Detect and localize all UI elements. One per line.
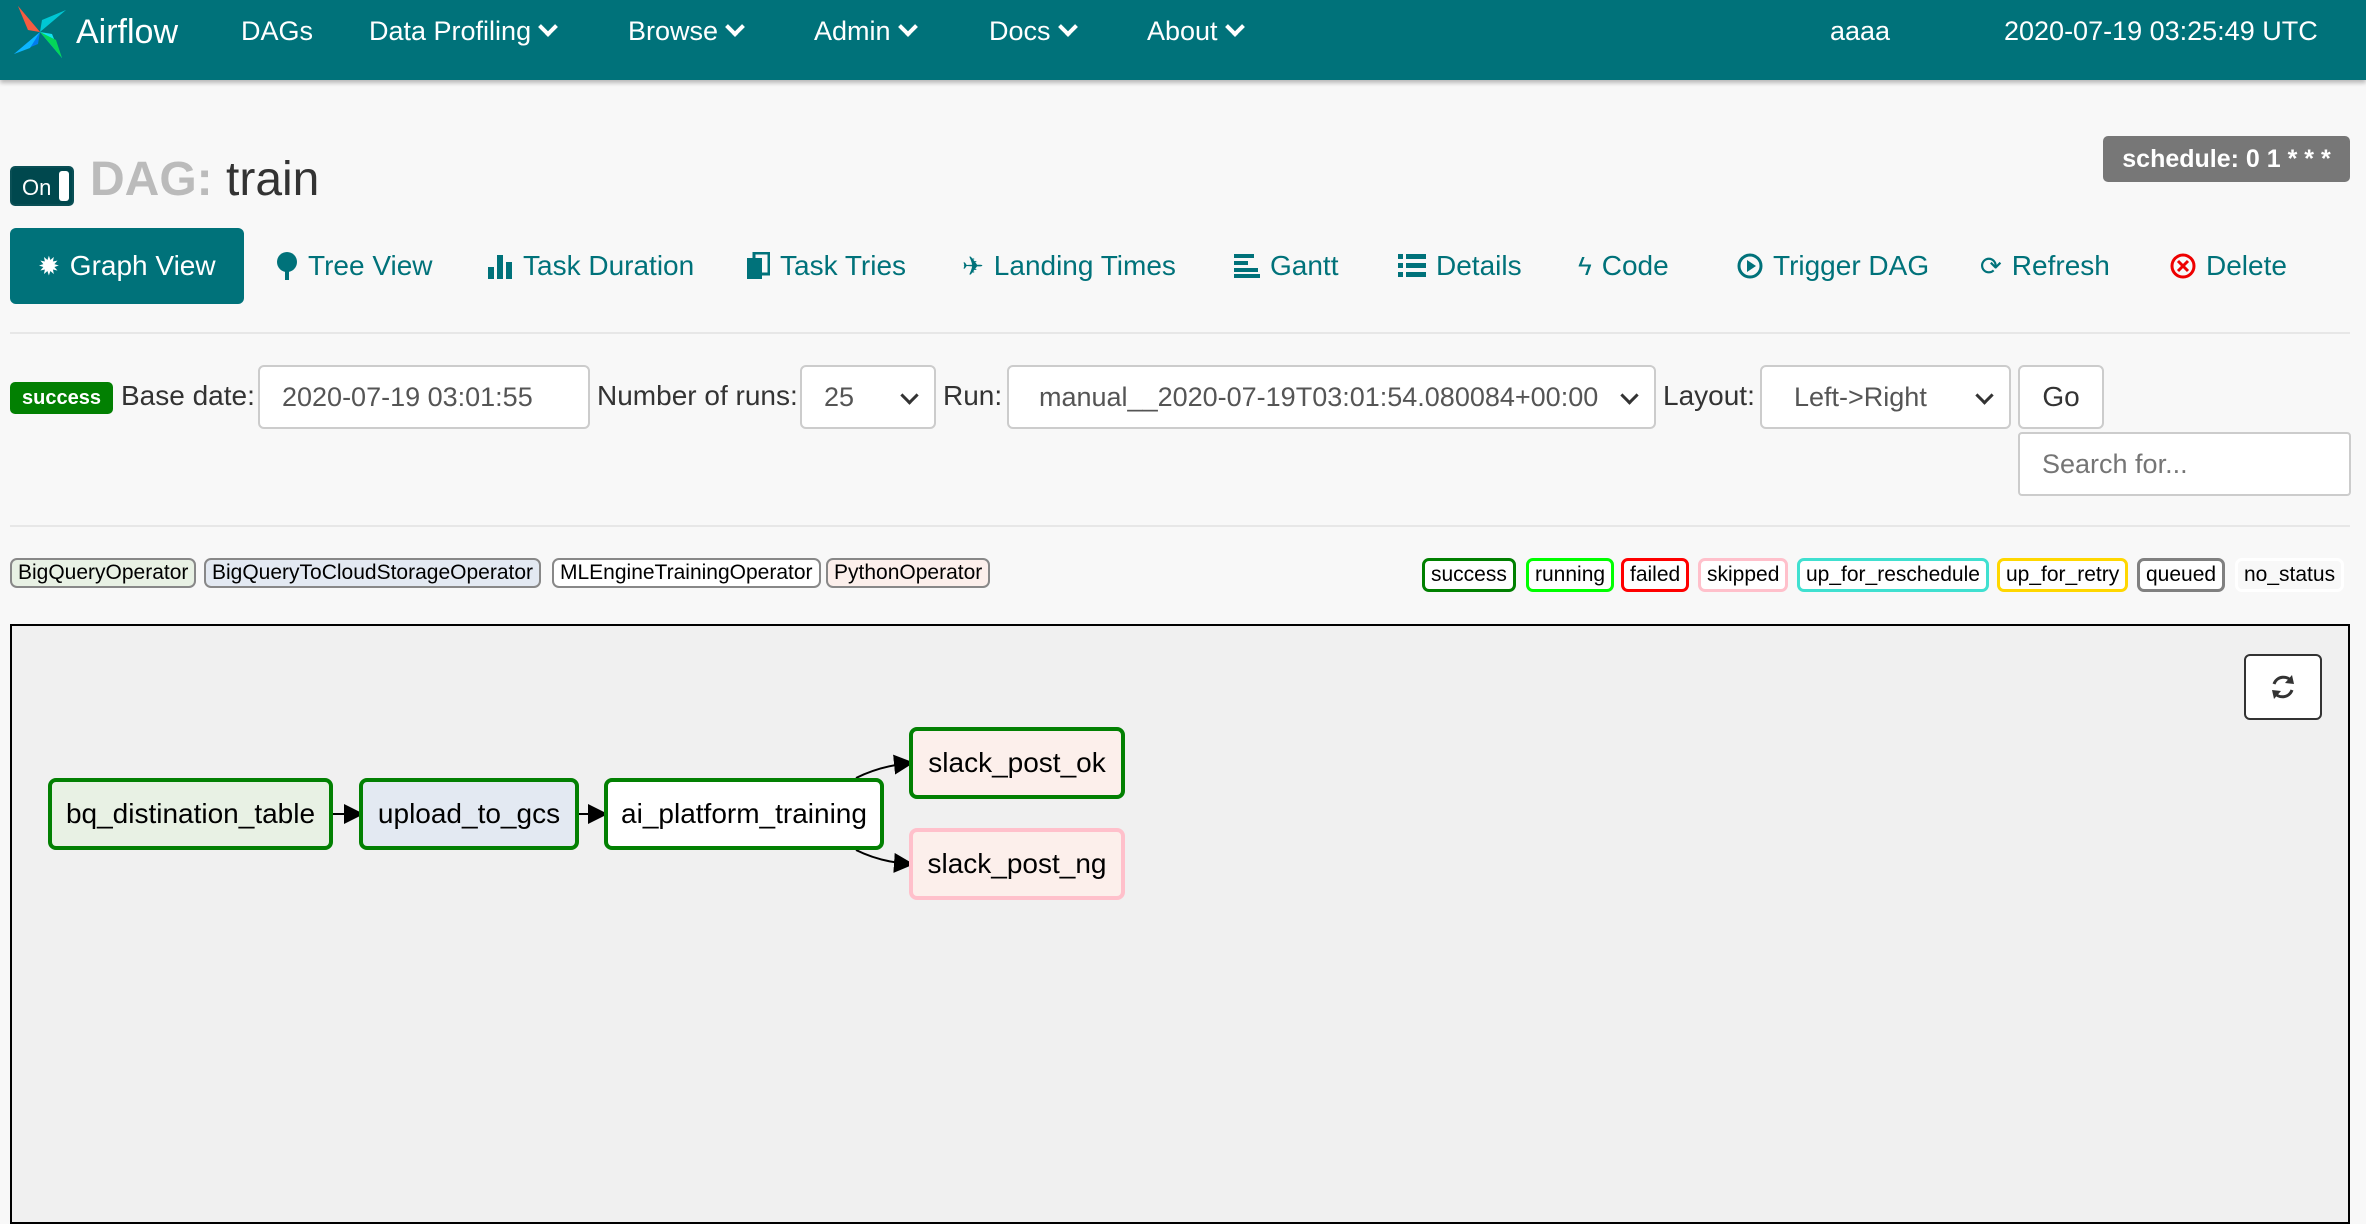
task-node[interactable]: bq_distination_table <box>48 778 333 850</box>
task-node[interactable]: upload_to_gcs <box>359 778 579 850</box>
edge <box>855 754 914 779</box>
edge <box>855 849 914 873</box>
graph-edges <box>332 754 914 873</box>
task-node[interactable]: slack_post_ng <box>909 828 1125 900</box>
task-node[interactable]: slack_post_ok <box>909 727 1125 799</box>
task-node[interactable]: ai_platform_training <box>604 778 884 850</box>
